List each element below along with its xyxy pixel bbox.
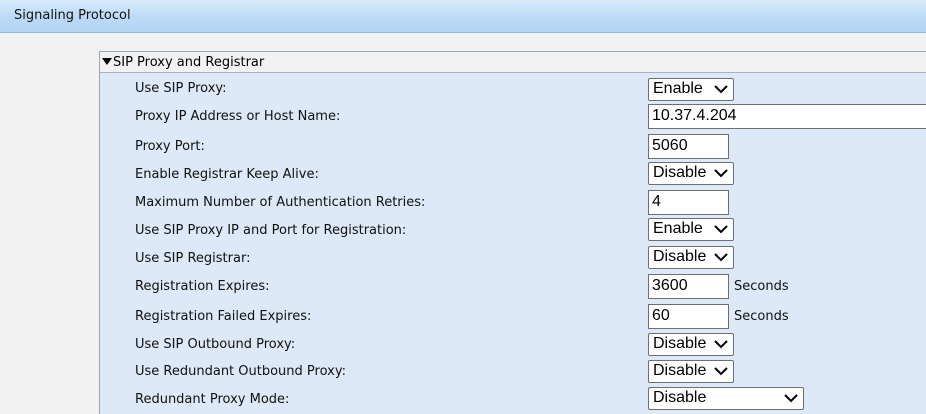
proxy-ip-row: Proxy IP Address or Host Name: 10.37.4.2… bbox=[100, 103, 926, 131]
chevron-down-icon bbox=[784, 394, 798, 403]
registration-failed-expires-input[interactable]: 60 bbox=[648, 304, 729, 329]
field-label: Proxy IP Address or Host Name: bbox=[135, 109, 341, 124]
select-value: Enable bbox=[653, 220, 703, 237]
field-label: Enable Registrar Keep Alive: bbox=[135, 167, 319, 182]
field-label: Use SIP Outbound Proxy: bbox=[135, 337, 296, 352]
sip-proxy-registrar-panel: SIP Proxy and Registrar Use SIP Proxy: E… bbox=[99, 51, 926, 414]
use-redundant-outbound-proxy-select[interactable]: Disable bbox=[648, 360, 734, 383]
registrar-keep-alive-select[interactable]: Disable bbox=[648, 162, 734, 185]
select-value: Disable bbox=[653, 362, 707, 379]
registration-expires-input[interactable]: 3600 bbox=[648, 274, 729, 299]
input-value: 5060 bbox=[652, 137, 688, 154]
input-value: 4 bbox=[652, 193, 661, 210]
field-label: Registration Failed Expires: bbox=[135, 309, 312, 324]
field-label: Use SIP Proxy IP and Port for Registrati… bbox=[135, 223, 407, 238]
registrar-keep-alive-row: Enable Registrar Keep Alive: Disable bbox=[100, 160, 926, 187]
proxy-for-registration-select[interactable]: Enable bbox=[648, 218, 734, 241]
select-value: Disable bbox=[653, 335, 707, 352]
use-sip-registrar-row: Use SIP Registrar: Disable bbox=[100, 244, 926, 271]
input-value: 10.37.4.204 bbox=[652, 107, 737, 124]
chevron-down-icon bbox=[714, 85, 728, 94]
redundant-proxy-mode-row: Redundant Proxy Mode: Disable bbox=[100, 385, 926, 414]
redundant-proxy-mode-select[interactable]: Disable bbox=[648, 387, 804, 410]
field-label: Use SIP Proxy: bbox=[135, 81, 227, 96]
field-label: Maximum Number of Authentication Retries… bbox=[135, 195, 426, 210]
use-sip-proxy-row: Use SIP Proxy: Enable bbox=[100, 76, 926, 103]
select-value: Enable bbox=[653, 80, 703, 97]
field-label: Registration Expires: bbox=[135, 279, 270, 294]
input-value: 3600 bbox=[652, 277, 688, 294]
max-auth-retries-row: Maximum Number of Authentication Retries… bbox=[100, 187, 926, 216]
select-value: Disable bbox=[653, 248, 707, 265]
chevron-down-icon bbox=[714, 225, 728, 234]
use-sip-proxy-select[interactable]: Enable bbox=[648, 78, 734, 101]
registration-failed-expires-row: Registration Failed Expires: 60 Seconds bbox=[100, 301, 926, 331]
use-sip-registrar-select[interactable]: Disable bbox=[648, 246, 734, 269]
unit-label: Seconds bbox=[734, 279, 789, 294]
section-header[interactable]: SIP Proxy and Registrar bbox=[100, 52, 926, 73]
chevron-down-icon bbox=[714, 169, 728, 178]
chevron-down-icon bbox=[714, 253, 728, 262]
use-outbound-proxy-select[interactable]: Disable bbox=[648, 333, 734, 356]
field-label: Redundant Proxy Mode: bbox=[135, 392, 290, 407]
field-label: Use SIP Registrar: bbox=[135, 251, 251, 266]
input-value: 60 bbox=[652, 307, 670, 324]
chevron-down-icon bbox=[714, 367, 728, 376]
page-header: Signaling Protocol bbox=[0, 0, 926, 33]
collapse-arrow-icon[interactable] bbox=[102, 58, 112, 65]
field-label: Proxy Port: bbox=[135, 139, 205, 154]
max-auth-retries-input[interactable]: 4 bbox=[648, 190, 729, 215]
chevron-down-icon bbox=[714, 340, 728, 349]
proxy-ip-input[interactable]: 10.37.4.204 bbox=[648, 104, 926, 129]
registration-expires-row: Registration Expires: 3600 Seconds bbox=[100, 271, 926, 301]
select-value: Disable bbox=[653, 389, 707, 406]
unit-label: Seconds bbox=[734, 309, 789, 324]
proxy-port-input[interactable]: 5060 bbox=[648, 134, 729, 159]
select-value: Disable bbox=[653, 164, 707, 181]
use-redundant-outbound-proxy-row: Use Redundant Outbound Proxy: Disable bbox=[100, 358, 926, 385]
proxy-port-row: Proxy Port: 5060 bbox=[100, 131, 926, 160]
proxy-for-registration-row: Use SIP Proxy IP and Port for Registrati… bbox=[100, 216, 926, 244]
section-title: SIP Proxy and Registrar bbox=[113, 55, 265, 70]
use-outbound-proxy-row: Use SIP Outbound Proxy: Disable bbox=[100, 331, 926, 358]
field-label: Use Redundant Outbound Proxy: bbox=[135, 364, 346, 379]
page-title: Signaling Protocol bbox=[14, 8, 131, 23]
